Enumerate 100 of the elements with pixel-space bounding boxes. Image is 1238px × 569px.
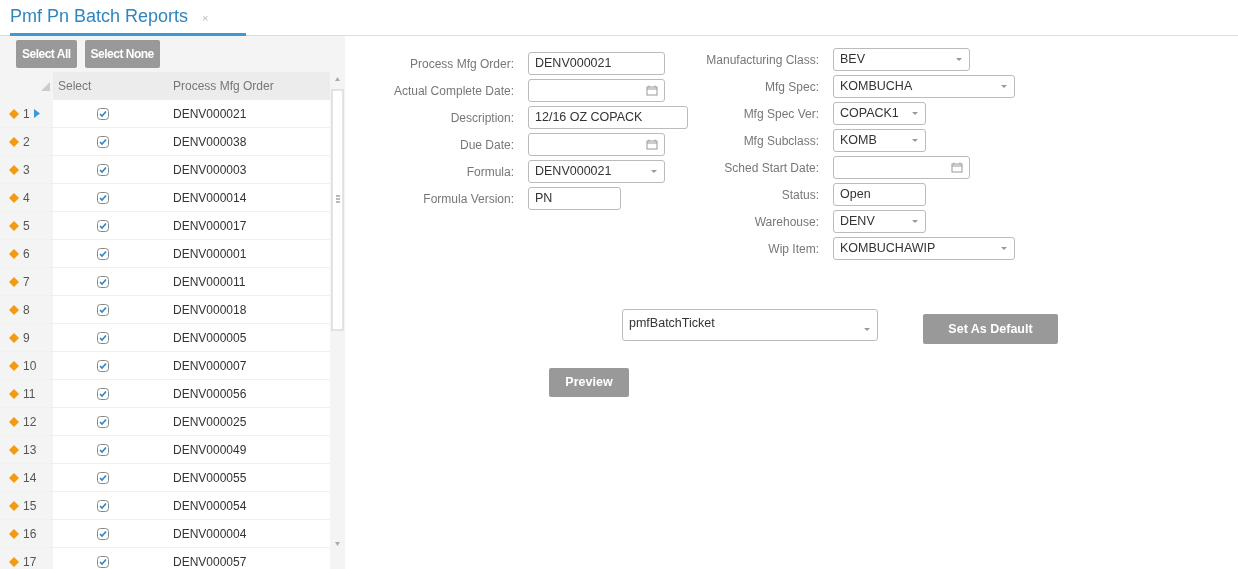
checkbox[interactable] <box>97 471 109 484</box>
diamond-icon <box>9 360 19 371</box>
caret-icon <box>955 57 963 62</box>
caret-icon <box>911 111 919 116</box>
row-number: 6 <box>23 245 30 263</box>
checkbox[interactable] <box>97 135 109 148</box>
select-field[interactable]: DENV <box>833 210 926 233</box>
checkbox[interactable] <box>97 499 109 512</box>
checkbox[interactable] <box>97 555 109 568</box>
diamond-icon <box>9 472 19 483</box>
table-cell-text: DENV000004 <box>172 525 248 543</box>
checkbox[interactable] <box>97 415 109 428</box>
table-cell-text: DENV000049 <box>172 441 248 459</box>
diamond-icon <box>9 388 19 399</box>
field-label: Description: <box>449 109 515 127</box>
checkbox[interactable] <box>97 191 109 204</box>
checkbox[interactable] <box>97 387 109 400</box>
select-field[interactable]: KOMBUCHAWIP <box>833 237 1015 260</box>
table-cell-text: DENV000057 <box>172 553 248 569</box>
checkbox[interactable] <box>97 163 109 176</box>
row-number: 16 <box>23 525 37 543</box>
select-field[interactable]: DENV000021 <box>528 160 665 183</box>
field-label: Manufacturing Class: <box>705 51 820 69</box>
input-field[interactable]: DENV000021 <box>528 52 665 75</box>
row-number: 4 <box>23 189 30 207</box>
diamond-icon <box>9 220 19 231</box>
diamond-icon <box>9 500 19 511</box>
field-label: Mfg Subclass: <box>742 132 820 150</box>
table-cell-text: DENV000055 <box>172 469 248 487</box>
caret-icon <box>1000 84 1008 89</box>
field-label: Process Mfg Order: <box>408 55 515 73</box>
table-cell-text: DENV000017 <box>172 217 248 235</box>
date-field[interactable] <box>528 133 665 156</box>
checkbox[interactable] <box>97 359 109 372</box>
checkbox[interactable] <box>97 219 109 232</box>
row-number: 2 <box>23 133 30 151</box>
caret-icon <box>911 138 919 143</box>
checkbox[interactable] <box>97 247 109 260</box>
select-field[interactable]: COPACK1 <box>833 102 926 125</box>
field-label: Sched Start Date: <box>723 159 820 177</box>
table-cell-text: DENV000054 <box>172 497 248 515</box>
caret-icon <box>1000 246 1008 251</box>
row-number: 3 <box>23 161 30 179</box>
table-cell-text: DENV000007 <box>172 357 248 375</box>
corner-icon <box>41 81 50 91</box>
table-cell-text: DENV000038 <box>172 133 248 151</box>
input-field[interactable]: PN <box>528 187 621 210</box>
row-number: 1 <box>23 105 30 123</box>
row-number: 11 <box>23 385 36 403</box>
row-number: 10 <box>23 357 37 375</box>
date-field[interactable] <box>833 156 970 179</box>
diamond-icon <box>9 276 19 287</box>
caret-icon <box>863 327 871 333</box>
field-label: Status: <box>780 186 820 204</box>
select-field[interactable]: BEV <box>833 48 970 71</box>
diamond-icon <box>9 528 19 539</box>
field-label: Warehouse: <box>753 213 820 231</box>
checkbox[interactable] <box>97 303 109 316</box>
diamond-icon <box>9 304 19 315</box>
caret-icon <box>650 169 658 174</box>
row-number: 12 <box>23 413 37 431</box>
field-label: Due Date: <box>458 136 515 154</box>
field-label: Formula Version: <box>422 190 515 208</box>
field-label: Mfg Spec: <box>763 78 820 96</box>
checkbox[interactable] <box>97 331 109 344</box>
diamond-icon <box>9 192 19 203</box>
diamond-icon <box>9 248 19 259</box>
calendar-icon <box>646 85 658 96</box>
field-label: Mfg Spec Ver: <box>742 105 820 123</box>
checkbox[interactable] <box>97 107 109 120</box>
select-field[interactable]: KOMBUCHA <box>833 75 1015 98</box>
table-cell-text: DENV000025 <box>172 413 248 431</box>
row-number: 5 <box>23 217 30 235</box>
input-field[interactable]: 12/16 OZ COPACK <box>528 106 688 129</box>
diamond-icon <box>9 164 19 175</box>
field-label: Actual Complete Date: <box>392 82 515 100</box>
caret-icon <box>911 219 919 224</box>
date-field[interactable] <box>528 79 665 102</box>
row-number: 14 <box>23 469 37 487</box>
calendar-icon <box>951 162 963 173</box>
diamond-icon <box>9 416 19 427</box>
row-number: 15 <box>23 497 37 515</box>
checkbox[interactable] <box>97 443 109 456</box>
diamond-icon <box>9 332 19 343</box>
table-cell-text: DENV000005 <box>172 329 248 347</box>
field-label: Wip Item: <box>767 240 820 258</box>
column-header[interactable]: Select <box>53 77 153 95</box>
field-label: Formula: <box>465 163 515 181</box>
table-cell-text: DENV000014 <box>172 189 248 207</box>
row-number: 9 <box>23 329 30 347</box>
table-cell-text: DENV000011 <box>172 273 247 291</box>
table-cell-text: DENV000056 <box>172 385 248 403</box>
row-number: 7 <box>23 273 30 291</box>
select-field[interactable]: KOMB <box>833 129 926 152</box>
column-header[interactable]: Process Mfg Order <box>153 77 330 95</box>
report-select[interactable]: pmfBatchTicket <box>622 309 878 341</box>
input-field[interactable]: Open <box>833 183 926 206</box>
checkbox[interactable] <box>97 527 109 540</box>
checkbox[interactable] <box>97 275 109 288</box>
table-cell-text: DENV000001 <box>172 245 248 263</box>
